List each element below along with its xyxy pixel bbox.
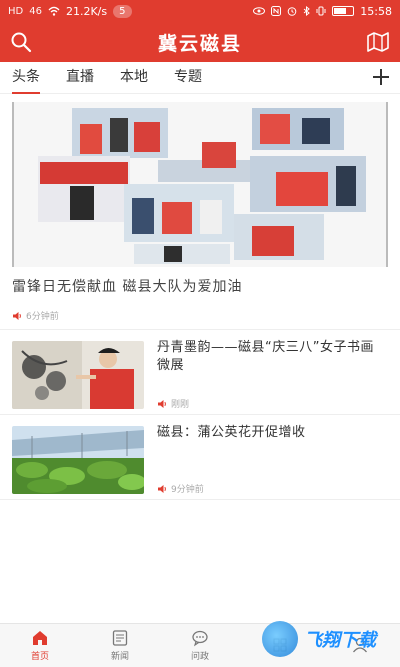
featured-article[interactable]: 雷锋日无偿献血 磁县大队为爱加油 6分钟前 <box>0 100 400 330</box>
article-time: 6分钟前 <box>26 312 59 322</box>
list-item[interactable]: 磁县：蒲公英花开促增收 9分钟前 <box>0 416 400 500</box>
eye-icon <box>253 7 266 15</box>
speaker-icon <box>158 484 166 493</box>
featured-article-title: 雷锋日无偿献血 磁县大队为爱加油 <box>12 279 243 295</box>
article-meta: 9分钟前 <box>157 482 204 495</box>
tab-topics[interactable]: 专题 <box>174 62 202 94</box>
nfc-icon <box>271 6 282 16</box>
category-tabs: 头条 直播 本地 专题 <box>0 62 400 94</box>
watermark-text: 飞翔下载 <box>304 630 376 651</box>
watermark-icon <box>262 621 298 657</box>
battery-icon <box>332 6 355 16</box>
nav-label: 新闻 <box>110 652 129 662</box>
article-thumbnail <box>12 426 144 494</box>
nav-home[interactable]: 首页 <box>0 624 80 667</box>
article-meta: 刚刚 <box>157 397 189 410</box>
network-type: HD <box>8 5 24 17</box>
watermark-logo: 飞翔下载 <box>262 618 392 660</box>
speaker-icon <box>13 311 21 320</box>
nav-news[interactable]: 新闻 <box>80 624 160 667</box>
nav-inquiry[interactable]: 问政 <box>160 624 240 667</box>
search-icon[interactable] <box>10 31 32 53</box>
tab-live[interactable]: 直播 <box>66 62 94 94</box>
clock-time: 15:58 <box>360 4 392 18</box>
article-time: 刚刚 <box>171 400 190 410</box>
add-tab-icon[interactable] <box>370 66 392 88</box>
article-title: 磁县：蒲公英花开促增收 <box>157 425 306 440</box>
alarm-icon <box>287 7 297 16</box>
article-thumbnail <box>12 341 144 409</box>
status-bar: HD 46 21.2K/s 5 15:58 <box>0 0 400 22</box>
news-icon <box>112 630 128 646</box>
nav-label: 问政 <box>190 652 209 662</box>
signal-indicator: 46 <box>29 5 42 17</box>
home-icon <box>33 631 47 645</box>
list-item[interactable]: 丹青墨韵——磁县“庆三八”女子书画微展 刚刚 <box>0 331 400 415</box>
article-title: 丹青墨韵——磁县“庆三八”女子书画微展 <box>157 340 374 373</box>
map-icon[interactable] <box>366 31 390 53</box>
nav-label: 首页 <box>30 652 49 662</box>
article-time: 9分钟前 <box>171 485 204 495</box>
tab-local[interactable]: 本地 <box>120 62 148 94</box>
featured-collage-image <box>12 102 388 267</box>
vibrate-icon <box>316 6 326 16</box>
page-title: 冀云磁县 <box>157 32 242 55</box>
speaker-icon <box>158 399 166 408</box>
tab-headlines[interactable]: 头条 <box>12 62 40 94</box>
bluetooth-icon <box>303 6 311 16</box>
network-speed: 21.2K/s <box>65 4 108 18</box>
wifi-icon <box>48 6 60 16</box>
app-header: 冀云磁县 <box>0 22 400 62</box>
chat-icon <box>192 630 208 647</box>
featured-article-meta: 6分钟前 <box>12 309 59 322</box>
notification-count: 5 <box>113 4 132 18</box>
